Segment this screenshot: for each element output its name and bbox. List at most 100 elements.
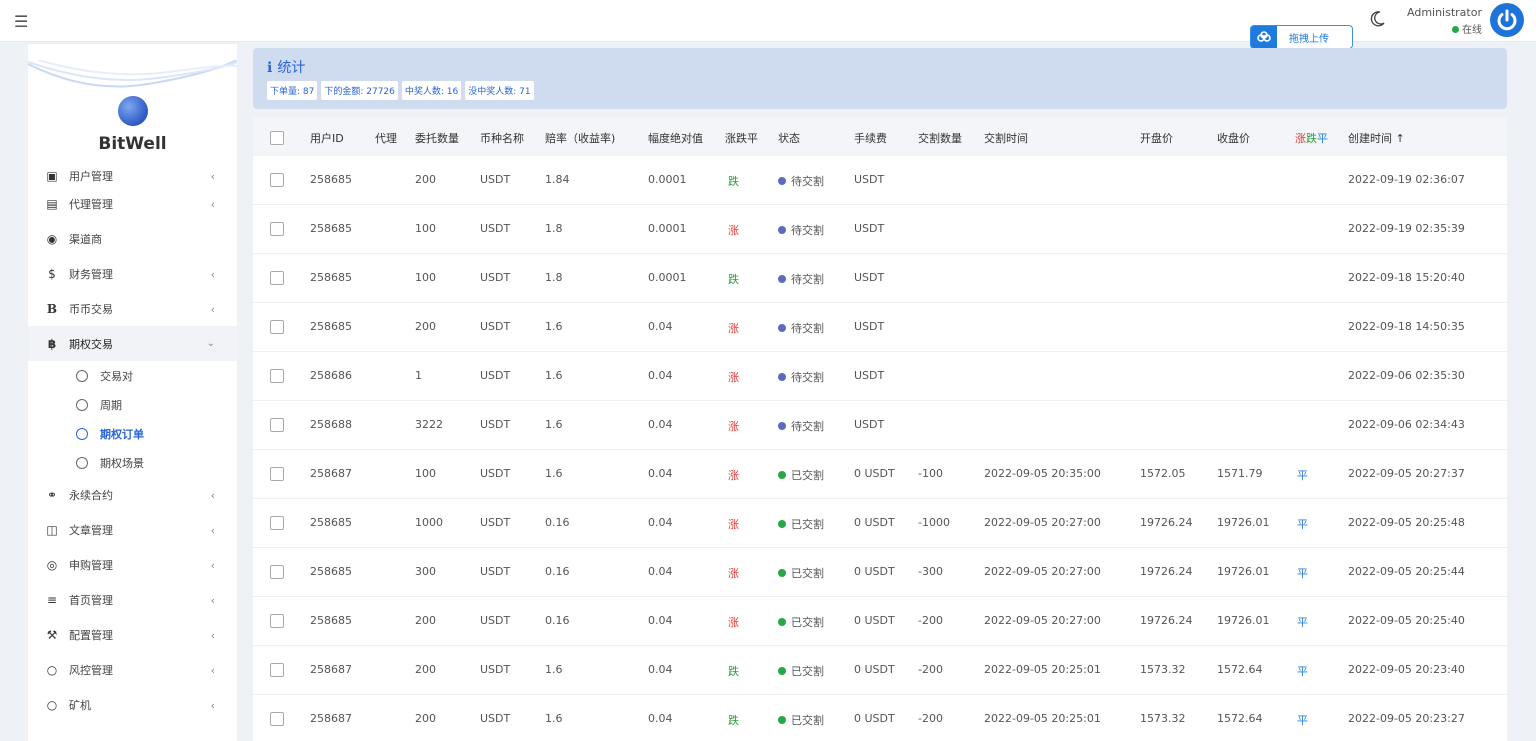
order-amount-badge: 下的金额: 27726 bbox=[321, 81, 398, 100]
table-row[interactable]: 258686 1 USDT 1.6 0.04 USDT 2022-09-06 02:35:3… bbox=[253, 352, 1507, 401]
table-row[interactable]: 258685 200 USDT 1.84 0.0001 USDT 2022-09-19 02… bbox=[253, 156, 1507, 205]
row-checkbox[interactable] bbox=[270, 369, 284, 383]
drag-upload-button[interactable]: 拖拽上传 bbox=[1250, 25, 1353, 49]
row-checkbox[interactable] bbox=[270, 418, 284, 432]
cell-amplitude: 0.0001 bbox=[648, 173, 687, 186]
row-checkbox[interactable] bbox=[270, 320, 284, 334]
admin-avatar[interactable] bbox=[1490, 3, 1524, 37]
cell-fee: 0 USDT bbox=[854, 614, 895, 627]
table-row[interactable]: 258685 1000 USDT 0.16 0.04 0 USDT -1000 2022-09… bbox=[253, 499, 1507, 548]
table-row[interactable]: 258687 100 USDT 1.6 0.04 0 USDT -100 2022-09-05… bbox=[253, 450, 1507, 499]
col-delivery-time[interactable]: 交割时间 bbox=[984, 130, 1028, 146]
cell-open-price: 1572.05 bbox=[1140, 467, 1186, 480]
table-row[interactable]: 258685 100 USDT 1.8 0.0001 USDT 2022-09-18 15:… bbox=[253, 254, 1507, 303]
col-status[interactable]: 状态 bbox=[778, 130, 800, 146]
sidebar-item-subscriptions[interactable]: ◎ 申购管理 ‹ bbox=[28, 547, 237, 582]
sidebar-item-label: 永续合约 bbox=[69, 488, 113, 502]
sidebar-item-mining[interactable]: ○ 矿机 ‹ bbox=[28, 687, 237, 722]
submenu-item-label: 交易对 bbox=[100, 369, 133, 383]
col-odds[interactable]: 赔率（收益率) bbox=[545, 130, 615, 146]
sidebar-item-config[interactable]: ⚒ 配置管理 ‹ bbox=[28, 617, 237, 652]
cell-direction: 跌 bbox=[728, 714, 739, 727]
table-row[interactable]: 258688 3222 USDT 1.6 0.04 USDT 2022-09-06 02:3… bbox=[253, 401, 1507, 450]
row-checkbox[interactable] bbox=[270, 516, 284, 530]
cell-odds: 1.6 bbox=[545, 418, 563, 431]
circle-icon: ○ bbox=[46, 697, 58, 712]
col-delivery-qty[interactable]: 交割数量 bbox=[918, 130, 962, 146]
sidebar-item-options-trading[interactable]: ฿ 期权交易 ⌄ bbox=[28, 326, 237, 361]
dark-mode-moon-icon[interactable] bbox=[1370, 10, 1386, 32]
row-checkbox[interactable] bbox=[270, 565, 284, 579]
submenu-item-periods[interactable]: 周期 bbox=[28, 390, 237, 419]
cell-user-id: 258685 bbox=[310, 271, 352, 284]
col-open-price[interactable]: 开盘价 bbox=[1140, 130, 1173, 146]
cell-delivery-qty: -200 bbox=[918, 712, 943, 725]
row-checkbox[interactable] bbox=[270, 173, 284, 187]
sidebar-item-channels[interactable]: ◉ 渠道商 bbox=[28, 221, 237, 256]
cell-created-time: 2022-09-05 20:25:48 bbox=[1348, 516, 1465, 529]
cell-fee: 0 USDT bbox=[854, 663, 895, 676]
select-all-checkbox[interactable] bbox=[270, 131, 284, 145]
status-label: 已交割 bbox=[791, 665, 824, 678]
cell-coin: USDT bbox=[480, 320, 511, 333]
cell-amplitude: 0.04 bbox=[648, 516, 673, 529]
row-checkbox[interactable] bbox=[270, 222, 284, 236]
submenu-item-option-scenarios[interactable]: 期权场景 bbox=[28, 448, 237, 477]
col-fee[interactable]: 手续费 bbox=[854, 130, 887, 146]
cell-coin: USDT bbox=[480, 222, 511, 235]
sidebar-item-label: 币币交易 bbox=[69, 302, 113, 316]
cell-result: 平 bbox=[1297, 518, 1308, 531]
upload-cloud-icon bbox=[1251, 26, 1277, 48]
col-user-id[interactable]: 用户ID bbox=[310, 130, 344, 146]
sidebar-item-users[interactable]: ▣ 用户管理 ‹ bbox=[28, 166, 237, 186]
sidebar-item-risk-control[interactable]: ○ 风控管理 ‹ bbox=[28, 652, 237, 687]
table-row[interactable]: 258687 200 USDT 1.6 0.04 0 USDT -200 2022-09-05… bbox=[253, 646, 1507, 695]
row-checkbox[interactable] bbox=[270, 271, 284, 285]
cell-close-price: 1571.79 bbox=[1217, 467, 1263, 480]
stats-title-label: 统计 bbox=[277, 60, 306, 76]
cell-amplitude: 0.04 bbox=[648, 320, 673, 333]
table-row[interactable]: 258687 200 USDT 1.6 0.04 0 USDT -200 2022-09-05… bbox=[253, 695, 1507, 741]
row-checkbox[interactable] bbox=[270, 467, 284, 481]
online-dot-icon bbox=[1452, 26, 1459, 33]
hamburger-icon[interactable]: ☰ bbox=[14, 12, 28, 31]
cell-order-qty: 100 bbox=[415, 467, 436, 480]
col-direction[interactable]: 涨跌平 bbox=[725, 130, 758, 146]
submenu-item-trading-pairs[interactable]: 交易对 bbox=[28, 361, 237, 390]
table-row[interactable]: 258685 100 USDT 1.8 0.0001 USDT 2022-09-19 02:… bbox=[253, 205, 1507, 254]
col-order-qty[interactable]: 委托数量 bbox=[415, 130, 459, 146]
row-checkbox[interactable] bbox=[270, 663, 284, 677]
col-coin[interactable]: 币种名称 bbox=[480, 130, 524, 146]
sidebar-item-perpetual[interactable]: ⚭ 永续合约 ‹ bbox=[28, 477, 237, 512]
cell-delivery-time: 2022-09-05 20:27:00 bbox=[984, 516, 1101, 529]
col-created-time[interactable]: 创建时间 ↑ bbox=[1348, 130, 1405, 146]
table-row[interactable]: 258685 200 USDT 1.6 0.04 USDT 2022-09-18 14:50… bbox=[253, 303, 1507, 352]
admin-username[interactable]: Administrator bbox=[1400, 6, 1482, 19]
sidebar-item-finance[interactable]: $ 财务管理 ‹ bbox=[28, 256, 237, 291]
col-agent[interactable]: 代理 bbox=[375, 130, 397, 146]
top-navbar: ☰ 拖拽上传 Administrator 在线 bbox=[0, 0, 1536, 49]
row-checkbox[interactable] bbox=[270, 614, 284, 628]
table-row[interactable]: 258685 200 USDT 0.16 0.04 0 USDT -200 2022-09-0… bbox=[253, 597, 1507, 646]
cell-status: 待交割 bbox=[778, 418, 824, 434]
col-result[interactable]: 涨跌平 bbox=[1295, 130, 1328, 146]
table-row[interactable]: 258685 300 USDT 0.16 0.04 0 USDT -300 2022-09-0… bbox=[253, 548, 1507, 597]
status-dot-icon bbox=[778, 716, 786, 724]
cell-delivery-qty: -200 bbox=[918, 614, 943, 627]
submenu-item-option-orders[interactable]: 期权订单 bbox=[28, 419, 237, 448]
col-close-price[interactable]: 收盘价 bbox=[1217, 130, 1250, 146]
sidebar-item-spot-trading[interactable]: B 币币交易 ‹ bbox=[28, 291, 237, 326]
cell-odds: 1.6 bbox=[545, 467, 563, 480]
cell-coin: USDT bbox=[480, 271, 511, 284]
cell-odds: 1.6 bbox=[545, 320, 563, 333]
row-checkbox[interactable] bbox=[270, 712, 284, 726]
sidebar-item-homepage[interactable]: ≡ 首页管理 ‹ bbox=[28, 582, 237, 617]
chevron-left-icon: ‹ bbox=[210, 559, 215, 572]
chevron-left-icon: ‹ bbox=[210, 198, 215, 211]
cell-coin: USDT bbox=[480, 565, 511, 578]
status-label: 待交割 bbox=[791, 420, 824, 433]
sidebar-item-articles[interactable]: ◫ 文章管理 ‹ bbox=[28, 512, 237, 547]
chevron-left-icon: ‹ bbox=[210, 629, 215, 642]
sidebar-item-agents[interactable]: ▤ 代理管理 ‹ bbox=[28, 186, 237, 221]
col-amplitude[interactable]: 幅度绝对值 bbox=[648, 130, 703, 146]
